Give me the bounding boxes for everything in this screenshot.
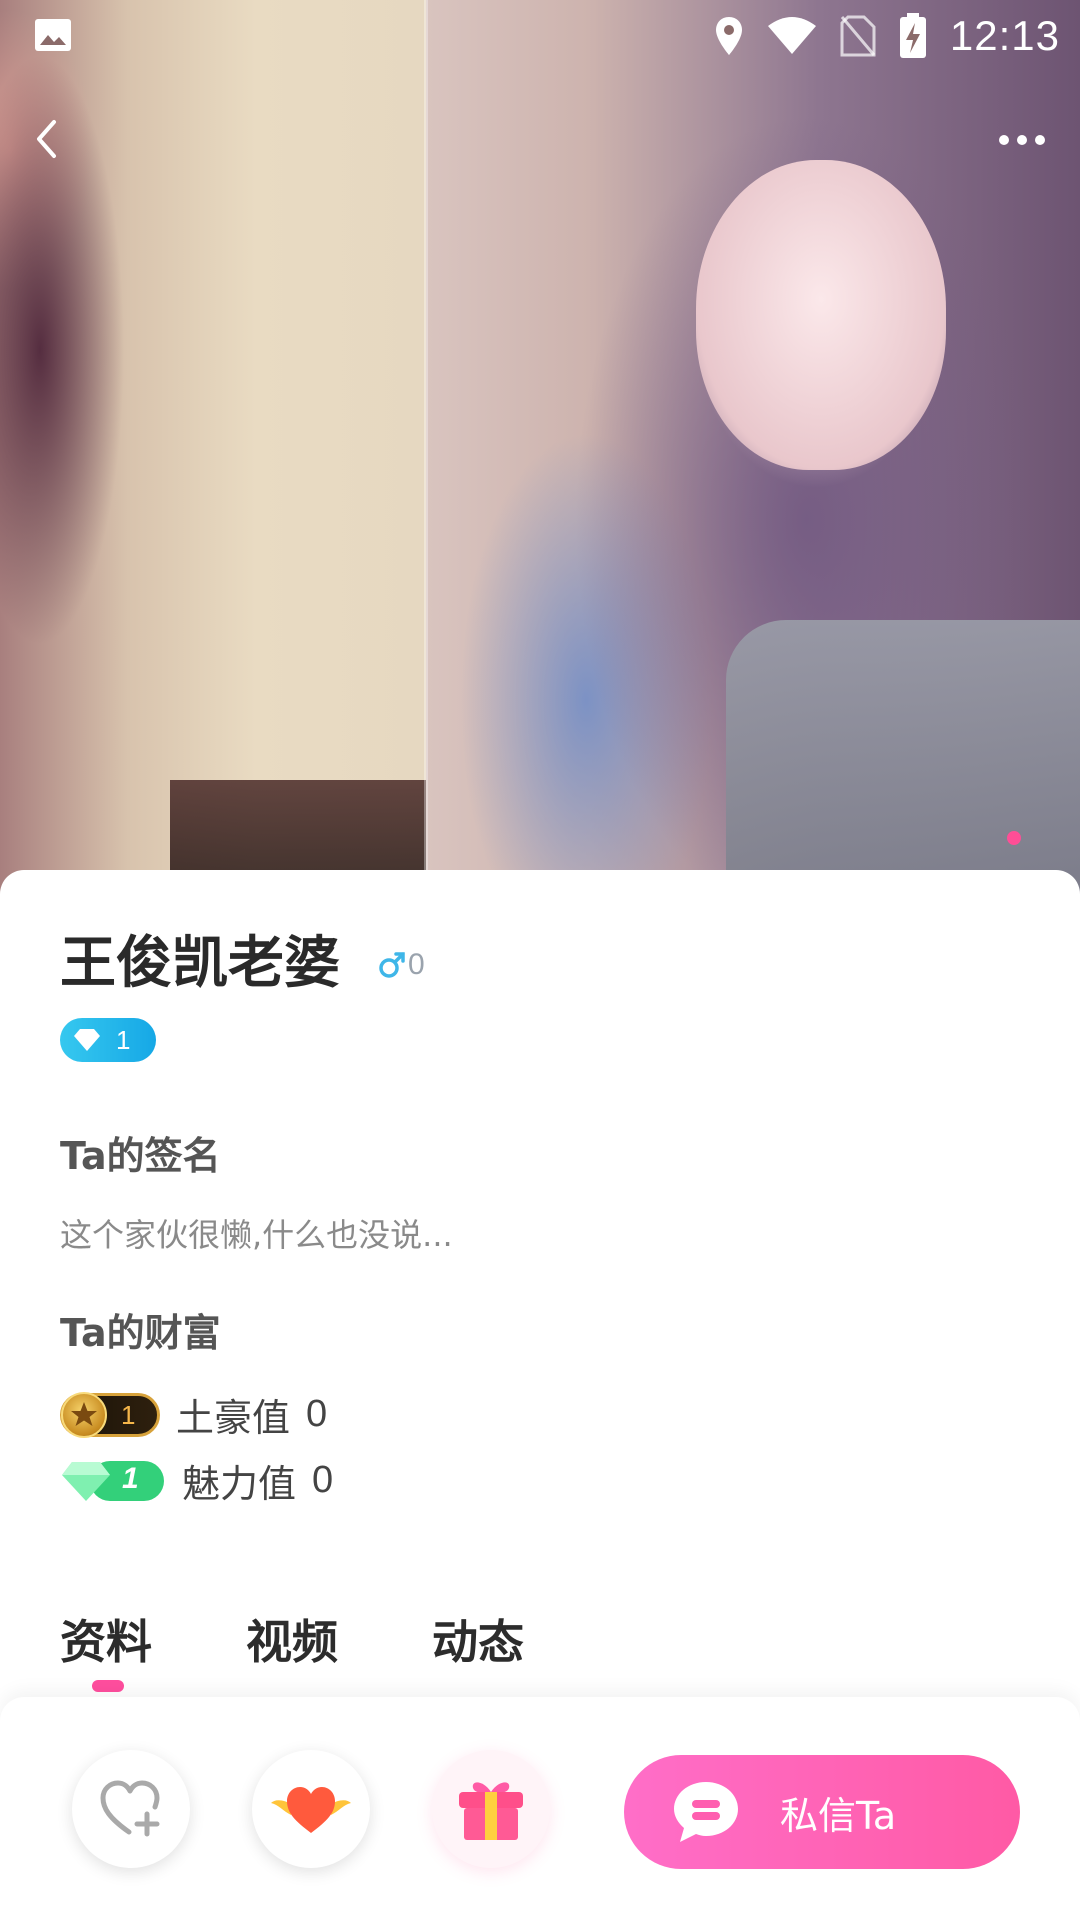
charm-level-badge: 1 <box>60 1459 166 1503</box>
wifi-icon <box>767 17 816 54</box>
rich-label: 土豪值 <box>176 1396 291 1440</box>
vip-level-badge: 1 <box>60 1018 156 1062</box>
charm-value-row: 1 魅力值 0 <box>60 1453 333 1508</box>
message-button[interactable]: 私信Ta <box>624 1755 1020 1869</box>
chat-bubble-icon <box>672 1780 740 1844</box>
message-button-label: 私信Ta <box>780 1793 897 1838</box>
chevron-left-icon <box>37 120 56 158</box>
location-icon <box>715 17 742 55</box>
rich-value: 0 <box>306 1393 328 1435</box>
tab-profile[interactable]: 资料 <box>60 1606 152 1672</box>
no-sim-icon <box>840 15 876 57</box>
status-bar: 12:13 <box>0 0 1080 72</box>
more-options-button[interactable] <box>990 120 1054 160</box>
battery-charging-icon <box>899 13 926 58</box>
more-dots-icon <box>999 135 1045 145</box>
signature-text: 这个家伙很懒,什么也没说... <box>60 1216 453 1254</box>
charm-value: 0 <box>312 1459 334 1501</box>
back-button[interactable] <box>26 112 66 166</box>
gift-icon <box>459 1782 523 1840</box>
status-time: 12:13 <box>949 12 1060 59</box>
heart-plus-icon <box>100 1780 160 1837</box>
profile-photo-carousel[interactable] <box>0 0 1080 900</box>
profile-photo-main[interactable] <box>426 0 1080 900</box>
user-name: 王俊凯老婆 <box>60 931 340 996</box>
diamond-icon <box>74 1029 100 1051</box>
like-button[interactable] <box>252 1750 370 1868</box>
male-icon <box>379 952 405 978</box>
signature-title: Ta的签名 <box>60 1134 221 1178</box>
active-tab-indicator <box>92 1680 124 1692</box>
gift-button[interactable] <box>432 1750 550 1868</box>
rich-value-row: 1 土豪值 0 <box>60 1387 327 1442</box>
gallery-icon <box>35 19 71 51</box>
star-medal-icon <box>61 1391 107 1438</box>
carousel-page-indicator <box>1007 831 1021 845</box>
wealth-title: Ta的财富 <box>60 1311 221 1355</box>
gender-age: 0 <box>378 948 425 982</box>
follow-button[interactable] <box>72 1750 190 1868</box>
age-value: 0 <box>408 948 425 981</box>
winged-heart-icon <box>271 1787 351 1833</box>
vip-level: 1 <box>116 1024 131 1055</box>
rich-level-badge: 1 <box>60 1391 160 1438</box>
tab-moments[interactable]: 动态 <box>432 1606 524 1672</box>
charm-level: 1 <box>122 1461 139 1495</box>
charm-label: 魅力值 <box>182 1462 297 1506</box>
rich-level: 1 <box>121 1399 136 1430</box>
tab-video[interactable]: 视频 <box>246 1606 338 1672</box>
